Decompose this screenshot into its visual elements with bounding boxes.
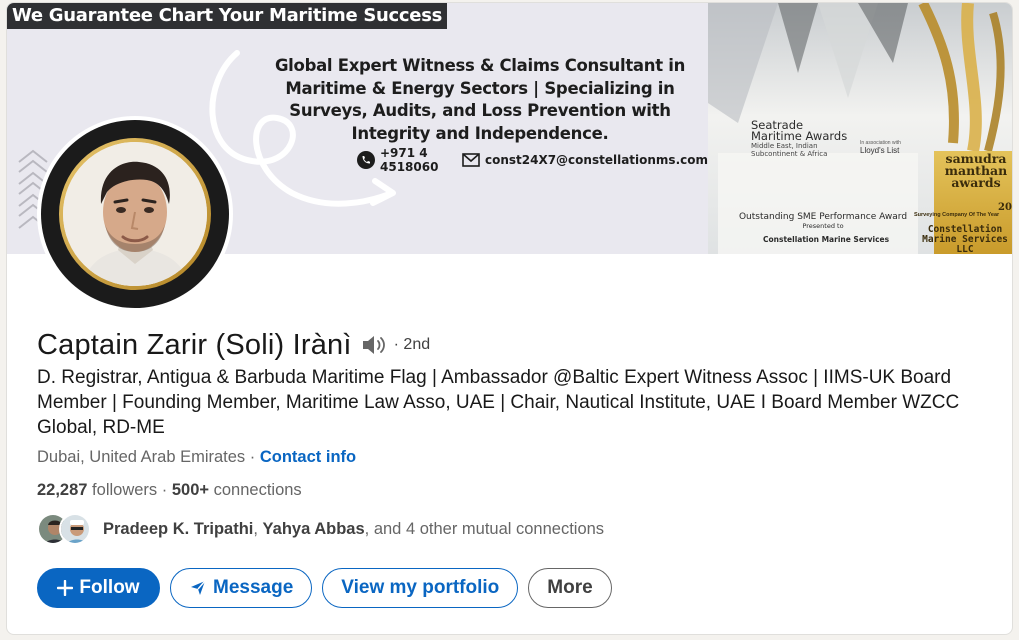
profile-name: Captain Zarir (Soli) Irànì (37, 328, 352, 361)
trophy-title: samudra manthan awards (944, 151, 1008, 190)
trophy-category: Surveying Company Of The Year (914, 212, 1000, 218)
banner-contact: +971 4 4518060 const24X7@constellationms… (357, 146, 708, 174)
connection-degree: · 2nd (393, 336, 431, 353)
plus-icon (57, 580, 74, 596)
profile-location: Dubai, United Arab Emirates (37, 448, 246, 466)
stats-separator: · (161, 481, 172, 499)
mutual-name-1: Pradeep K. Tripathi (103, 519, 254, 538)
mutual-connections[interactable]: Pradeep K. Tripathi, Yahya Abbas, and 4 … (37, 510, 604, 548)
mutual-connections-text[interactable]: Pradeep K. Tripathi, Yahya Abbas, and 4 … (103, 520, 604, 539)
banner-phone: +971 4 4518060 (380, 146, 439, 174)
mutual-name-2: Yahya Abbas (262, 519, 365, 538)
location-row: Dubai, United Arab Emirates · Contact in… (37, 448, 356, 467)
award-recipient: Constellation Marine Services (763, 235, 890, 244)
profile-actions: Follow Message View my portfolio More (37, 568, 612, 608)
name-row: Captain Zarir (Soli) Irànì · 2nd (37, 326, 430, 364)
connections-label[interactable]: connections (209, 481, 302, 499)
lloyds-list-label: In association with Lloyd's List (860, 140, 901, 155)
mutual-rest: , and 4 other mutual connections (364, 519, 605, 538)
banner-headline: Global Expert Witness & Claims Consultan… (274, 56, 686, 143)
message-label: Message (213, 577, 294, 598)
person-portrait-icon (63, 142, 207, 286)
location-separator: · (245, 448, 260, 466)
banner-tagline: We Guarantee Chart Your Maritime Success (7, 3, 448, 29)
profile-headline: D. Registrar, Antigua & Barbuda Maritime… (37, 367, 960, 438)
mutual-avatars (37, 511, 95, 547)
portfolio-label: View my portfolio (341, 577, 500, 598)
more-label: More (547, 577, 593, 598)
view-portfolio-button[interactable]: View my portfolio (322, 568, 519, 608)
avatar-frame (41, 120, 229, 308)
network-stats: 22,287 followers · 500+ connections (37, 481, 302, 500)
trophy-company: Constellation Marine Services LLC (922, 224, 1008, 255)
trophy-year: 2023 (998, 202, 1012, 213)
avatar[interactable] (37, 116, 233, 312)
avatar-gold-ring (59, 138, 211, 290)
seatrade-award-label: Seatrade Maritime Awards Middle East, In… (751, 118, 848, 158)
award-photo: Seatrade Maritime Awards Middle East, In… (708, 3, 1012, 255)
message-button[interactable]: Message (170, 568, 313, 608)
profile-photo (63, 142, 207, 286)
contact-info-link[interactable]: Contact info (260, 448, 356, 466)
connections-count[interactable]: 500+ (172, 481, 209, 499)
mutual-avatar-2 (59, 513, 91, 545)
profile-card: We Guarantee Chart Your Maritime Success… (6, 2, 1013, 635)
phone-icon (357, 151, 375, 169)
follow-label: Follow (79, 577, 140, 598)
send-icon (189, 579, 207, 597)
banner-email: const24X7@constellationms.com (484, 153, 708, 167)
name-pronunciation-speaker-icon[interactable] (361, 333, 387, 357)
follow-button[interactable]: Follow (37, 568, 160, 608)
more-button[interactable]: More (528, 568, 612, 608)
followers-label: followers (87, 481, 158, 499)
envelope-icon (462, 151, 480, 169)
sme-award-label: Outstanding SME Performance Award Presen… (738, 212, 908, 230)
followers-count: 22,287 (37, 481, 88, 499)
